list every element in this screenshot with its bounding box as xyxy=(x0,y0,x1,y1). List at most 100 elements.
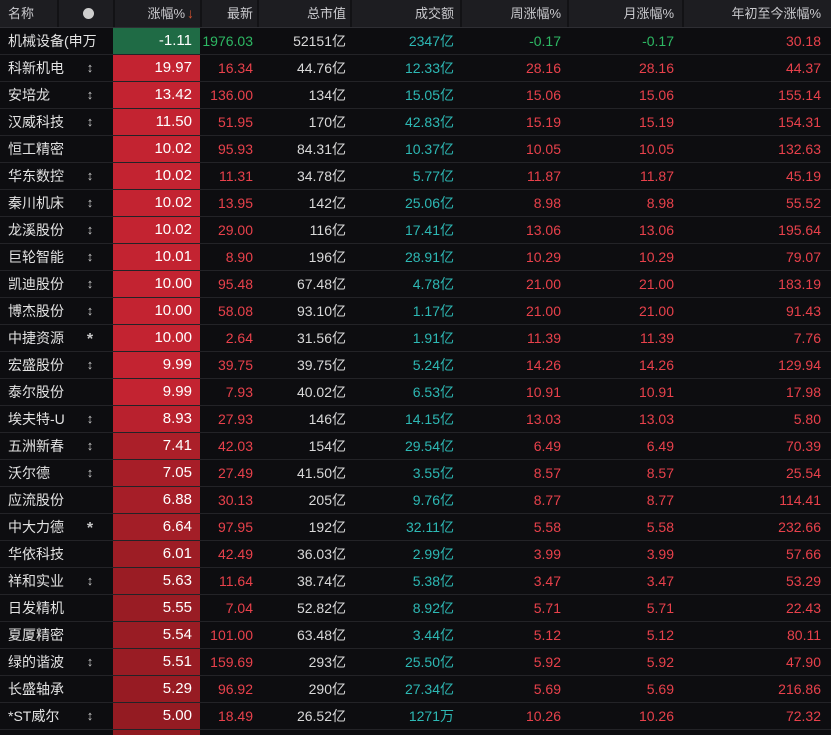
turnover: 29.54亿 xyxy=(350,433,460,459)
market-cap: 44.76亿 xyxy=(257,55,350,81)
table-row[interactable]: 龙溪股份↕10.0229.00116亿17.41亿13.0613.06195.6… xyxy=(0,217,831,244)
table-row[interactable]: 恒工精密10.0295.9384.31亿10.37亿10.0510.05132.… xyxy=(0,136,831,163)
market-cap: 116亿 xyxy=(257,217,350,243)
turnover: 3.44亿 xyxy=(350,622,460,648)
table-row[interactable]: 机械设备(申万-1.111976.0352151亿2347亿-0.17-0.17… xyxy=(0,28,831,55)
header-divider xyxy=(57,0,59,27)
table-row[interactable]: 凯迪股份↕10.0095.4867.48亿4.78亿21.0021.00183.… xyxy=(0,271,831,298)
table-row[interactable]: 日发精机5.557.0452.82亿8.92亿5.715.7122.43 xyxy=(0,595,831,622)
change-percent-cell: 7.41 xyxy=(113,433,200,459)
month-change: 6.49 xyxy=(567,433,682,459)
latest-price: 95.93 xyxy=(200,136,257,162)
table-row[interactable]: 科新机电↕19.9716.3444.76亿12.33亿28.1628.1644.… xyxy=(0,55,831,82)
change-percent-cell: 10.02 xyxy=(113,163,200,189)
ytd-change: 216.86 xyxy=(682,676,831,702)
stock-name-cell: 凯迪股份↕ xyxy=(0,271,113,297)
table-row[interactable]: 沃尔德↕7.0527.4941.50亿3.55亿8.578.5725.54 xyxy=(0,460,831,487)
table-row[interactable]: 宏盛股份↕9.9939.7539.75亿5.24亿14.2614.26129.9… xyxy=(0,352,831,379)
latest-price: 27.93 xyxy=(200,406,257,432)
table-row[interactable]: 华东数控↕10.0211.3134.78亿5.77亿11.8711.8745.1… xyxy=(0,163,831,190)
table-row[interactable]: 长盛轴承5.2996.92290亿27.34亿5.695.69216.86 xyxy=(0,676,831,703)
month-change: 5.71 xyxy=(567,595,682,621)
week-change: 5.92 xyxy=(460,649,567,675)
table-row[interactable]: 秦川机床↕10.0213.95142亿25.06亿8.988.9855.52 xyxy=(0,190,831,217)
header-name-column[interactable]: 名称 xyxy=(0,0,113,27)
updown-arrows-icon: ↕ xyxy=(82,163,98,189)
updown-arrows-icon: ↕ xyxy=(82,55,98,81)
updown-arrows-icon: ↕ xyxy=(82,649,98,675)
table-row[interactable]: *ST威尔↕5.0018.4926.52亿1271万10.2610.2672.3… xyxy=(0,703,831,730)
market-cap: 170亿 xyxy=(257,109,350,135)
table-row[interactable]: 泰尔股份9.997.9340.02亿6.53亿10.9110.9117.98 xyxy=(0,379,831,406)
month-change: 8.57 xyxy=(567,460,682,486)
table-row[interactable]: 中捷资源*10.002.6431.56亿1.91亿11.3911.397.76 xyxy=(0,325,831,352)
table-row[interactable]: 祥和实业↕5.6311.6438.74亿5.38亿3.473.4753.29 xyxy=(0,568,831,595)
week-change: 13.06 xyxy=(460,217,567,243)
stock-name: 应流股份 xyxy=(8,487,64,513)
market-cap: 142亿 xyxy=(257,190,350,216)
market-cap: 134亿 xyxy=(257,82,350,108)
month-change: 14.26 xyxy=(567,352,682,378)
latest-price: 11.64 xyxy=(200,568,257,594)
ytd-change: 80.11 xyxy=(682,622,831,648)
turnover: 28.91亿 xyxy=(350,244,460,270)
header-change-percent[interactable]: 涨幅%↓ xyxy=(113,0,200,27)
table-row[interactable]: 汉威科技↕11.5051.95170亿42.83亿15.1915.19154.3… xyxy=(0,109,831,136)
stock-name-cell: 应流股份 xyxy=(0,487,113,513)
stock-name-cell: 沃尔德↕ xyxy=(0,460,113,486)
stock-name: *ST威尔 xyxy=(8,703,59,729)
turnover: 2347亿 xyxy=(350,28,460,54)
table-row[interactable]: 巨轮智能↕10.018.90196亿28.91亿10.2910.2979.07 xyxy=(0,244,831,271)
marker-circle-icon[interactable] xyxy=(83,8,94,19)
market-cap: 26.52亿 xyxy=(257,703,350,729)
ytd-change: 45.19 xyxy=(682,163,831,189)
week-change: 11.39 xyxy=(460,325,567,351)
stock-name: 恒工精密 xyxy=(8,136,64,162)
change-percent-cell: 5.29 xyxy=(113,676,200,702)
market-cap: 36.03亿 xyxy=(257,541,350,567)
table-row[interactable]: 五洲新春↕7.4142.03154亿29.54亿6.496.4970.39 xyxy=(0,433,831,460)
table-row[interactable]: 华依科技6.0142.4936.03亿2.99亿3.993.9957.66 xyxy=(0,541,831,568)
change-percent-cell: 19.97 xyxy=(113,55,200,81)
latest-price: 136.00 xyxy=(200,82,257,108)
change-percent-cell: 10.02 xyxy=(113,136,200,162)
header-turnover[interactable]: 成交额 xyxy=(350,0,460,27)
month-change: 28.16 xyxy=(567,55,682,81)
stock-name: 秦川机床 xyxy=(8,190,64,216)
sort-descending-icon[interactable]: ↓ xyxy=(187,5,194,21)
month-change: 8.98 xyxy=(567,190,682,216)
updown-arrows-icon: ↕ xyxy=(82,217,98,243)
header-ytd-change[interactable]: 年初至今涨幅% xyxy=(682,0,831,27)
table-row[interactable]: 安培龙↕13.42136.00134亿15.05亿15.0615.06155.1… xyxy=(0,82,831,109)
stock-name-cell: 安培龙↕ xyxy=(0,82,113,108)
header-month-change[interactable]: 月涨幅% xyxy=(567,0,682,27)
turnover: 6.53亿 xyxy=(350,379,460,405)
change-percent-cell: 8.93 xyxy=(113,406,200,432)
change-percent-cell: 6.01 xyxy=(113,541,200,567)
table-row[interactable]: 埃夫特-U↕8.9327.93146亿14.15亿13.0313.035.80 xyxy=(0,406,831,433)
week-change: 10.91 xyxy=(460,379,567,405)
turnover: 42.83亿 xyxy=(350,109,460,135)
latest-price: 96.92 xyxy=(200,676,257,702)
header-week-change[interactable]: 周涨幅% xyxy=(460,0,567,27)
week-change: 13.03 xyxy=(460,406,567,432)
header-latest-price[interactable]: 最新 xyxy=(200,0,257,27)
ytd-change: 154.31 xyxy=(682,109,831,135)
stock-name-cell: 机械设备(申万 xyxy=(0,28,113,54)
latest-price: 8.90 xyxy=(200,244,257,270)
table-row[interactable]: 博杰股份↕10.0058.0893.10亿1.17亿21.0021.0091.4… xyxy=(0,298,831,325)
stock-name: 机械设备(申万 xyxy=(8,28,97,54)
ytd-change: 129.94 xyxy=(682,352,831,378)
table-row[interactable]: 绿的谐波↕5.51159.69293亿25.50亿5.925.9247.90 xyxy=(0,649,831,676)
market-cap: 34.78亿 xyxy=(257,163,350,189)
change-percent-cell: 5.00 xyxy=(113,703,200,729)
change-percent-cell: 7.05 xyxy=(113,460,200,486)
table-row[interactable]: 应流股份6.8830.13205亿9.76亿8.778.77114.41 xyxy=(0,487,831,514)
header-market-cap[interactable]: 总市值 xyxy=(257,0,350,27)
month-change: 5.69 xyxy=(567,676,682,702)
table-row[interactable]: 中大力德*6.6497.95192亿32.11亿5.585.58232.66 xyxy=(0,514,831,541)
table-row[interactable]: 夏厦精密5.54101.0063.48亿3.44亿5.125.1280.11 xyxy=(0,622,831,649)
turnover: 5.38亿 xyxy=(350,568,460,594)
market-cap: 293亿 xyxy=(257,649,350,675)
updown-arrows-icon: ↕ xyxy=(82,298,98,324)
